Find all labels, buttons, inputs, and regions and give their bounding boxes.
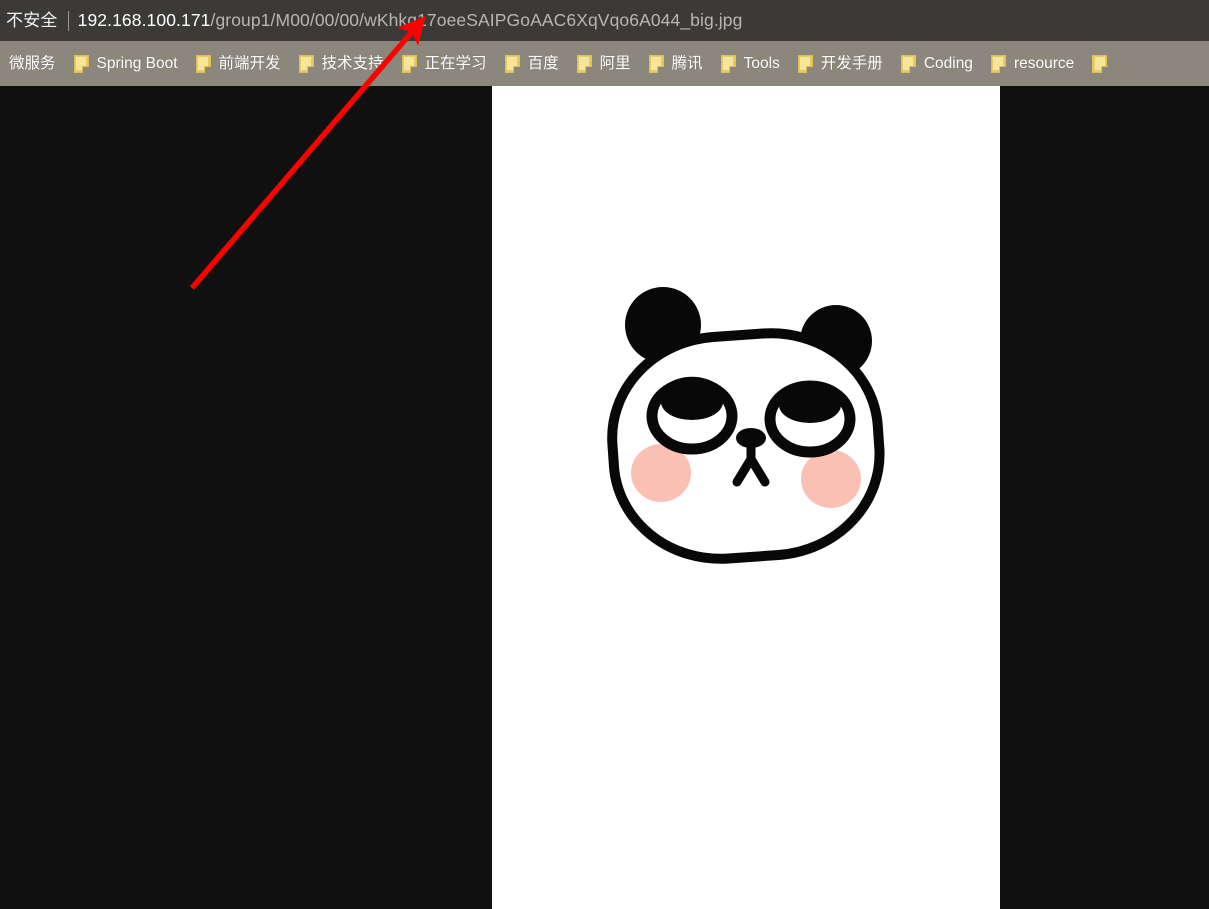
folder-icon [504,54,521,73]
bookmark-item[interactable]: 微服务 [0,41,65,86]
panda-right-cheek [801,450,861,508]
bookmarks-bar[interactable]: 微服务 Spring Boot 前端开发 技术支持 正在学习 百度 阿里 腾讯 Tools 开发手… [0,41,1209,86]
address-bar[interactable]: 不安全 192.168.100.171/group1/M00/00/00/wKh… [0,0,1209,41]
bookmark-label: Spring Boot [96,54,178,72]
image-canvas[interactable] [492,86,1000,909]
bookmark-label: 技术支持 [321,54,384,72]
panda-right-eye [764,380,856,458]
folder-icon [298,54,315,73]
bookmark-label: Tools [743,54,780,72]
folder-icon [990,54,1007,73]
folder-icon [1092,54,1108,73]
url-path: /group1/M00/00/00/wKhkq17oeeSAIPGoAAC6Xq… [210,10,743,30]
browser-window: 不安全 192.168.100.171/group1/M00/00/00/wKh… [0,0,1209,909]
bookmark-label: 腾讯 [671,54,703,72]
bookmark-label: Coding [923,54,973,72]
bookmark-item[interactable]: 开发手册 [789,41,892,86]
bookmark-label: 阿里 [599,54,631,72]
address-bar-divider [67,10,69,31]
folder-icon [195,54,212,73]
bookmark-item[interactable]: Coding [892,41,982,86]
bookmark-item[interactable]: resource [982,41,1083,86]
bookmark-label: 正在学习 [424,54,487,72]
content-viewport [0,86,1209,909]
folder-icon [73,54,90,73]
bookmark-item[interactable]: Tools [712,41,789,86]
bookmark-label: resource [1013,54,1075,72]
bookmark-item[interactable]: 百度 [496,41,568,86]
folder-icon [720,54,737,73]
bookmark-item[interactable]: 前端开发 [187,41,290,86]
bookmark-item[interactable]: Spring Boot [65,41,187,86]
bookmark-item[interactable]: 阿里 [568,41,640,86]
address-bar-url[interactable]: 192.168.100.171/group1/M00/00/00/wKhkq17… [78,10,743,31]
folder-icon [576,54,593,73]
bookmark-item[interactable]: 腾讯 [640,41,712,86]
url-host: 192.168.100.171 [77,10,211,30]
security-status-label[interactable]: 不安全 [6,11,58,31]
panda-face-svg [607,287,885,564]
folder-icon [401,54,418,73]
bookmark-label: 微服务 [9,54,56,72]
bookmark-item[interactable] [1083,41,1116,86]
bookmark-label: 开发手册 [820,54,883,72]
bookmark-label: 前端开发 [218,54,281,72]
folder-icon [648,54,665,73]
bookmark-item[interactable]: 正在学习 [393,41,496,86]
folder-icon [900,54,917,73]
folder-icon [797,54,814,73]
bookmark-label: 百度 [527,54,559,72]
panda-illustration[interactable] [591,283,901,573]
panda-left-eye [646,376,738,455]
bookmark-item[interactable]: 技术支持 [290,41,393,86]
